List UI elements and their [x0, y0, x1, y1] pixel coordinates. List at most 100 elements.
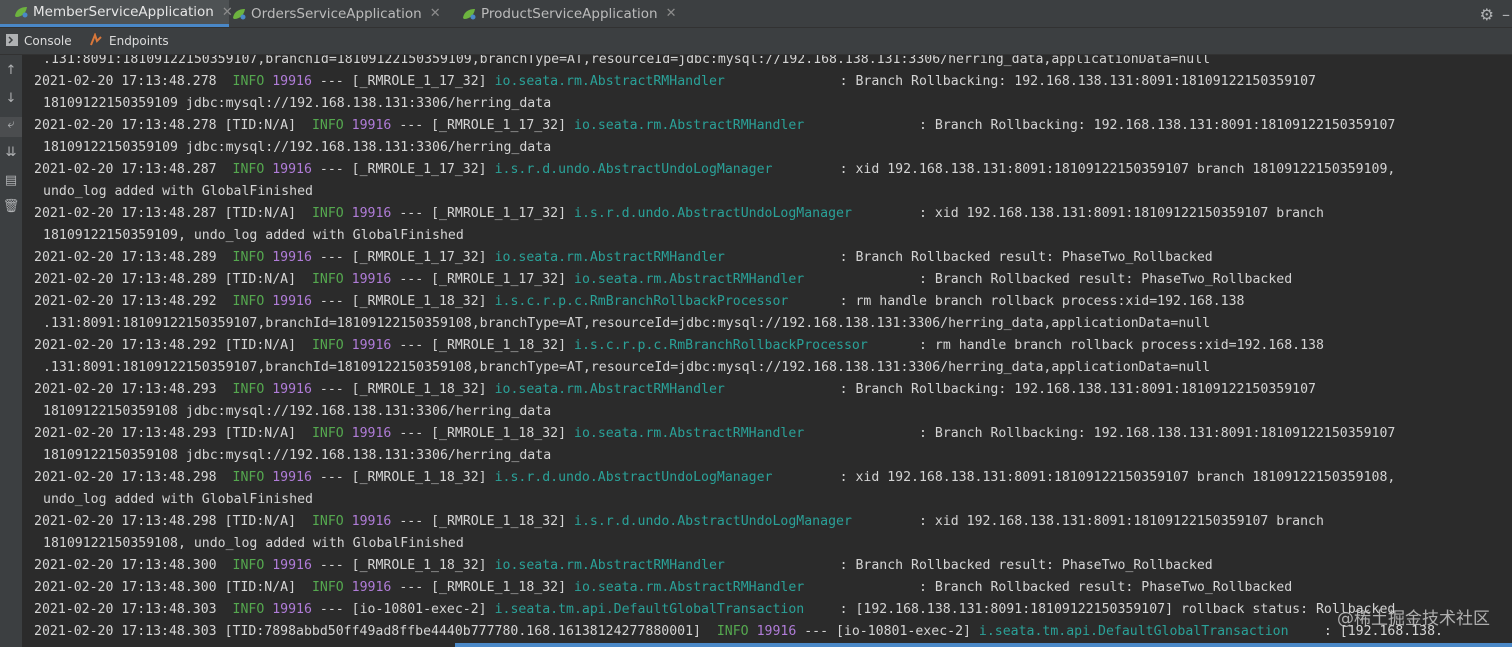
console-tab[interactable]: Console: [6, 28, 72, 54]
print-icon[interactable]: ▤: [0, 173, 22, 188]
tab-orders-service[interactable]: OrdersServiceApplication ✕: [232, 0, 441, 27]
run-tab-bar: MemberServiceApplication ✕ OrdersService…: [0, 0, 1512, 28]
log-thread: --- [_RMROLE_1_17_32]: [319, 74, 487, 89]
console-line: .131:8091:18109122150359107,branchId=181…: [43, 313, 1210, 335]
log-logger: i.s.c.r.p.c.RmBranchRollbackProcessor: [494, 294, 789, 309]
log-continuation: 18109122150359108, undo_log added with G…: [43, 536, 464, 551]
log-pid: 19916: [351, 272, 392, 287]
log-pid: 19916: [272, 162, 312, 177]
log-message: : rm handle branch rollback process:xid=…: [919, 338, 1324, 353]
log-message: : Branch Rollbacking: 192.168.138.131:80…: [919, 426, 1396, 441]
soft-wrap-icon[interactable]: ⤶: [0, 117, 22, 137]
log-logger: io.seata.rm.AbstractRMHandler: [574, 426, 805, 441]
log-message: : xid 192.168.138.131:8091:1810912215035…: [839, 162, 1396, 177]
log-level: INFO: [311, 426, 344, 441]
scroll-to-end-icon[interactable]: ⇊: [0, 145, 22, 160]
log-message: : Branch Rollbacked result: PhaseTwo_Rol…: [919, 272, 1293, 287]
log-tid: [TID:N/A]: [224, 206, 297, 221]
log-pid: 19916: [272, 602, 312, 617]
log-tid: [TID:N/A]: [224, 580, 297, 595]
log-timestamp: 2021-02-20 17:13:48.300: [34, 558, 217, 573]
log-level: INFO: [232, 382, 265, 397]
console-line: 2021-02-20 17:13:48.292 [TID:N/A] INFO 1…: [34, 335, 1324, 357]
console-line: .131:8091:18109122150359107,branchId=181…: [43, 55, 1210, 71]
log-pid: 19916: [351, 580, 392, 595]
log-logger: i.s.r.d.undo.AbstractUndoLogManager: [574, 206, 852, 221]
log-message: : rm handle branch rollback process:xid=…: [839, 294, 1245, 309]
log-thread: --- [_RMROLE_1_18_32]: [399, 338, 567, 353]
log-logger: i.seata.tm.api.DefaultGlobalTransaction: [494, 602, 805, 617]
log-continuation: 18109122150359108 jdbc:mysql://192.168.1…: [43, 404, 552, 419]
log-message: : Branch Rollbacked result: PhaseTwo_Rol…: [839, 558, 1213, 573]
log-pid: 19916: [272, 250, 312, 265]
log-tid: [TID:N/A]: [224, 514, 297, 529]
horizontal-scrollbar[interactable]: [455, 643, 1512, 647]
log-pid: 19916: [756, 624, 797, 639]
log-tid: [TID:N/A]: [224, 426, 297, 441]
log-pid: 19916: [351, 514, 392, 529]
log-message: : Branch Rollbacked result: PhaseTwo_Rol…: [839, 250, 1213, 265]
log-thread: --- [io-10801-exec-2]: [319, 602, 487, 617]
log-continuation: 18109122150359109 jdbc:mysql://192.168.1…: [43, 96, 552, 111]
tab-product-service[interactable]: ProductServiceApplication ✕: [462, 0, 677, 27]
log-level: INFO: [716, 624, 749, 639]
log-level: INFO: [311, 272, 344, 287]
tab-label: OrdersServiceApplication: [251, 5, 422, 22]
log-timestamp: 2021-02-20 17:13:48.287: [34, 206, 217, 221]
log-timestamp: 2021-02-20 17:13:48.278: [34, 74, 217, 89]
close-icon[interactable]: ✕: [666, 6, 677, 21]
log-thread: --- [_RMROLE_1_18_32]: [319, 558, 487, 573]
log-message: : Branch Rollbacking: 192.168.138.131:80…: [839, 74, 1316, 89]
console-line: 18109122150359108 jdbc:mysql://192.168.1…: [43, 401, 551, 423]
spring-boot-icon: [232, 8, 246, 20]
minimize-icon[interactable]: –: [1502, 5, 1512, 24]
log-level: INFO: [311, 580, 344, 595]
console-line: 2021-02-20 17:13:48.303 [TID:7898abbd50f…: [34, 621, 1443, 643]
log-thread: --- [_RMROLE_1_17_32]: [399, 118, 567, 133]
log-logger: io.seata.rm.AbstractRMHandler: [574, 272, 805, 287]
log-pid: 19916: [351, 338, 392, 353]
console-line: 2021-02-20 17:13:48.278 INFO 19916 --- […: [34, 71, 1316, 93]
log-thread: --- [_RMROLE_1_17_32]: [319, 250, 487, 265]
console-line: undo_log added with GlobalFinished: [43, 489, 313, 511]
endpoints-tab[interactable]: Endpoints: [89, 28, 169, 54]
console-line: 2021-02-20 17:13:48.289 INFO 19916 --- […: [34, 247, 1213, 269]
log-timestamp: 2021-02-20 17:13:48.292: [34, 294, 217, 309]
console-line: 2021-02-20 17:13:48.300 [TID:N/A] INFO 1…: [34, 577, 1292, 599]
up-arrow-icon[interactable]: ↑: [0, 63, 22, 78]
log-message: : xid 192.168.138.131:8091:1810912215035…: [919, 514, 1324, 529]
log-continuation: 18109122150359109 jdbc:mysql://192.168.1…: [43, 140, 552, 155]
log-logger: io.seata.rm.AbstractRMHandler: [494, 382, 725, 397]
log-level: INFO: [311, 514, 344, 529]
log-pid: 19916: [272, 558, 312, 573]
log-message: : [192.168.138.131:8091:1810912215035910…: [839, 602, 1396, 617]
log-timestamp: 2021-02-20 17:13:48.303: [34, 602, 217, 617]
console-line: 2021-02-20 17:13:48.287 [TID:N/A] INFO 1…: [34, 203, 1324, 225]
console-line: 2021-02-20 17:13:48.293 INFO 19916 --- […: [34, 379, 1316, 401]
log-message: : Branch Rollbacked result: PhaseTwo_Rol…: [919, 580, 1293, 595]
tab-member-service[interactable]: MemberServiceApplication ✕: [0, 0, 233, 27]
endpoints-tab-label: Endpoints: [109, 34, 169, 48]
log-message: : xid 192.168.138.131:8091:1810912215035…: [839, 470, 1396, 485]
log-pid: 19916: [351, 206, 392, 221]
down-arrow-icon[interactable]: ↓: [0, 91, 22, 106]
log-timestamp: 2021-02-20 17:13:48.278: [34, 118, 217, 133]
log-pid: 19916: [272, 74, 312, 89]
log-timestamp: 2021-02-20 17:13:48.293: [34, 426, 217, 441]
log-thread: --- [_RMROLE_1_18_32]: [319, 470, 487, 485]
console-line: 18109122150359108, undo_log added with G…: [43, 533, 464, 555]
close-icon[interactable]: ✕: [430, 6, 441, 21]
log-tid: [TID:N/A]: [224, 338, 297, 353]
log-logger: io.seata.rm.AbstractRMHandler: [574, 580, 805, 595]
log-thread: --- [_RMROLE_1_17_32]: [319, 162, 487, 177]
log-thread: --- [_RMROLE_1_18_32]: [319, 294, 487, 309]
log-timestamp: 2021-02-20 17:13:48.292: [34, 338, 217, 353]
log-pid: 19916: [351, 426, 392, 441]
log-continuation: 18109122150359108 jdbc:mysql://192.168.1…: [43, 448, 552, 463]
gear-icon[interactable]: ⚙: [1480, 5, 1494, 24]
trash-icon[interactable]: 🗑: [0, 199, 22, 214]
log-continuation: undo_log added with GlobalFinished: [43, 492, 313, 507]
log-level: INFO: [232, 162, 265, 177]
log-thread: --- [_RMROLE_1_17_32]: [399, 206, 567, 221]
spring-boot-icon: [14, 6, 28, 18]
